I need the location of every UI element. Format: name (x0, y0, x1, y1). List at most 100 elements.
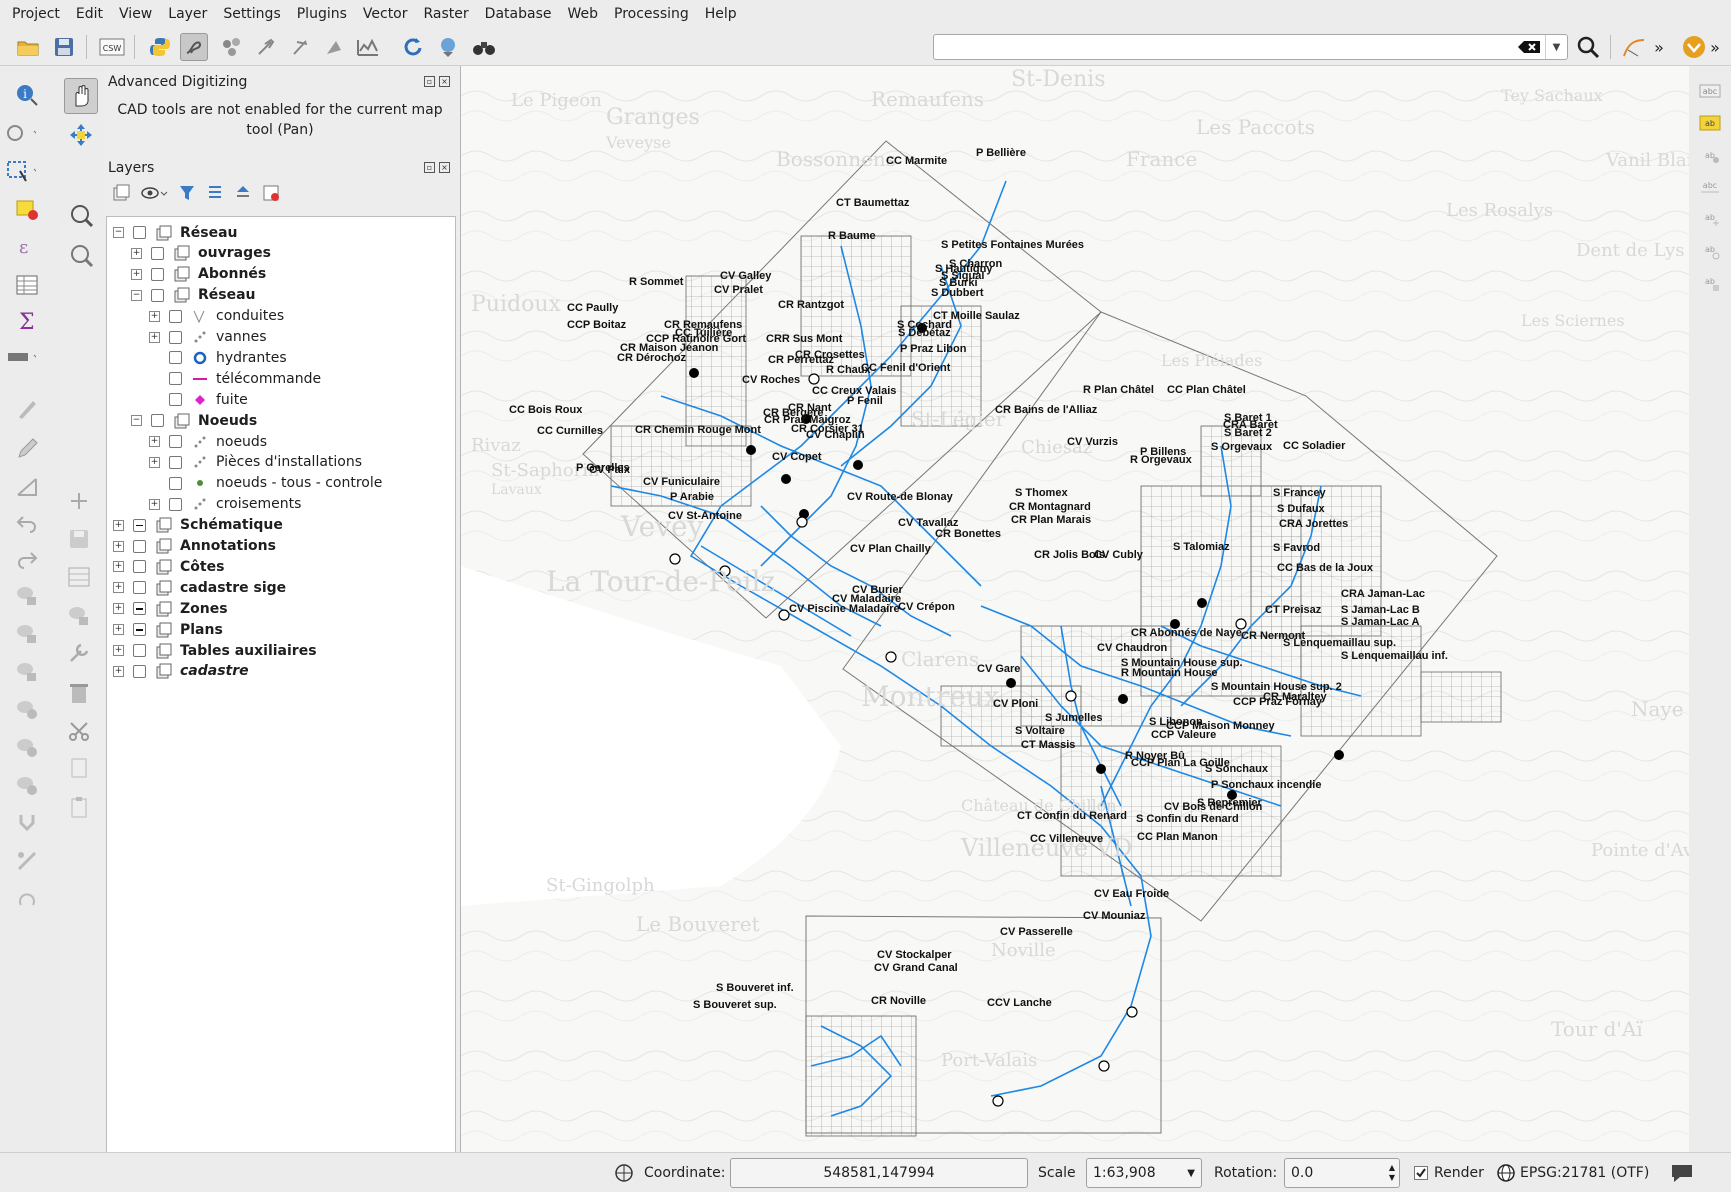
layer-tree-row[interactable]: + Pièces d'installations (149, 451, 362, 474)
layer-tree-row[interactable]: + cadastre (113, 660, 249, 683)
layer-tree-row[interactable]: + noeuds (149, 430, 267, 453)
search-magnifier-icon[interactable] (1574, 33, 1602, 61)
expression-icon[interactable]: ε (12, 232, 42, 262)
curve-tool-icon[interactable] (1620, 33, 1648, 61)
redo-icon[interactable] (12, 544, 42, 574)
expand-toggle-icon[interactable]: + (113, 624, 124, 636)
rotation-spinbox[interactable]: 0.0 ▲ ▼ (1284, 1158, 1400, 1188)
layer-visibility-checkbox[interactable] (169, 330, 182, 344)
add-part-icon[interactable] (12, 732, 42, 762)
wrench-icon[interactable] (64, 638, 94, 668)
profile-tool-icon[interactable] (354, 33, 382, 61)
measure-icon[interactable] (6, 118, 36, 148)
layer-visibility-checkbox[interactable] (169, 309, 182, 323)
vertex-table-icon[interactable] (64, 562, 94, 592)
filter-legend-icon[interactable] (178, 184, 196, 202)
close-layers-panel-icon[interactable]: × (439, 162, 450, 173)
layer-visibility-checkbox[interactable] (133, 581, 146, 595)
menu-view[interactable]: View (111, 0, 160, 28)
layer-tree-row[interactable]: − Noeuds (131, 409, 257, 432)
ruler-icon[interactable] (6, 342, 36, 372)
crs-label[interactable]: EPSG:21781 (OTF) (1520, 1165, 1649, 1181)
layer-visibility-checkbox[interactable] (169, 351, 182, 365)
layer-tree-row[interactable]: + Schématique (113, 514, 283, 537)
expand-toggle-icon[interactable]: + (113, 519, 124, 531)
rotate-feature-icon[interactable] (12, 846, 42, 876)
expand-toggle-icon[interactable]: + (131, 247, 142, 259)
digitize-icon[interactable] (12, 472, 42, 502)
layer-tree-row[interactable]: noeuds - tous - controle (149, 472, 382, 495)
expand-toggle-icon[interactable]: + (113, 561, 124, 573)
layer-tree-row[interactable]: + Zones (113, 597, 228, 620)
expand-toggle-icon[interactable]: + (113, 603, 124, 615)
fill-ring-icon[interactable] (12, 770, 42, 800)
menu-database[interactable]: Database (477, 0, 560, 28)
deselect-icon[interactable] (12, 194, 42, 224)
plugin-orange-icon[interactable] (1680, 33, 1708, 61)
expand-toggle-icon[interactable]: + (149, 310, 160, 322)
label-abc-icon[interactable]: abc (1697, 78, 1723, 104)
layer-tree-row[interactable]: + Tables auxiliaires (113, 639, 317, 662)
layer-tree-row[interactable]: + vannes (149, 326, 267, 349)
label-pin-icon[interactable]: ab (1697, 142, 1723, 168)
layer-visibility-checkbox[interactable] (133, 602, 146, 616)
menu-vector[interactable]: Vector (355, 0, 416, 28)
menu-web[interactable]: Web (559, 0, 606, 28)
node-edit-icon[interactable] (64, 600, 94, 630)
attribute-table-icon[interactable] (12, 270, 42, 300)
menu-help[interactable]: Help (697, 0, 745, 28)
layer-tree-row[interactable]: − Réseau (131, 284, 256, 307)
split-feature-icon[interactable] (12, 580, 42, 610)
node-tool-icon[interactable] (218, 33, 246, 61)
label-show-hide-icon[interactable]: abc (1697, 174, 1723, 200)
toolbar-overflow-2-icon[interactable]: » (1706, 33, 1724, 61)
label-rotate-icon[interactable]: ab (1697, 238, 1723, 264)
expand-toggle-icon[interactable]: + (113, 665, 124, 677)
layer-visibility-checkbox[interactable] (133, 664, 146, 678)
float-panel-icon[interactable]: ▫ (424, 76, 435, 87)
float-layers-panel-icon[interactable]: ▫ (424, 162, 435, 173)
layer-tree-row[interactable]: + Annotations (113, 535, 276, 558)
copy-features-icon[interactable] (64, 754, 94, 784)
simplify-icon[interactable] (12, 884, 42, 914)
toolbar-overflow-icon[interactable]: » (1650, 33, 1668, 61)
toggle-editing-icon[interactable] (12, 394, 42, 424)
coordinate-field[interactable]: 548581,147994 (730, 1158, 1028, 1188)
layer-visibility-checkbox[interactable] (169, 476, 182, 490)
expand-all-icon[interactable] (206, 184, 224, 202)
scale-combobox[interactable]: 1:63,908 ▼ (1086, 1158, 1202, 1188)
undo-icon[interactable] (12, 508, 42, 538)
add-ring-icon[interactable] (12, 694, 42, 724)
pan-hand-icon[interactable] (64, 78, 98, 114)
add-group-icon[interactable] (112, 184, 130, 202)
collapse-toggle-icon[interactable]: − (113, 227, 124, 238)
layer-visibility-checkbox[interactable] (151, 414, 164, 428)
layer-visibility-checkbox[interactable] (169, 393, 182, 407)
cut-features-icon[interactable] (64, 716, 94, 746)
label-highlight-icon[interactable]: ab (1697, 110, 1723, 136)
expand-toggle-icon[interactable]: + (131, 268, 142, 280)
remove-layer-icon[interactable] (262, 184, 280, 202)
layer-visibility-checkbox[interactable] (133, 539, 146, 553)
layer-visibility-checkbox[interactable] (169, 372, 182, 386)
render-checkbox[interactable] (1414, 1166, 1428, 1180)
collapse-toggle-icon[interactable]: − (131, 415, 142, 427)
layer-visibility-checkbox[interactable] (151, 267, 164, 281)
layer-visibility-checkbox[interactable] (169, 435, 182, 448)
binoculars-icon[interactable] (470, 33, 498, 61)
layer-tree-row[interactable]: + Abonnés (131, 263, 266, 286)
expand-toggle-icon[interactable]: + (113, 582, 124, 594)
menu-layer[interactable]: Layer (160, 0, 215, 28)
menu-raster[interactable]: Raster (416, 0, 477, 28)
layer-tree-row[interactable]: fuite (149, 388, 248, 411)
clear-search-icon[interactable] (1517, 40, 1541, 54)
layer-tree-row[interactable]: + cadastre sige (113, 576, 286, 599)
layer-visibility-checkbox[interactable] (151, 246, 164, 260)
rotation-stepper-icon[interactable]: ▲ ▼ (1389, 1163, 1395, 1183)
merge-features-icon[interactable] (12, 808, 42, 838)
menu-plugins[interactable]: Plugins (289, 0, 355, 28)
reshape-icon[interactable] (12, 618, 42, 648)
layer-tree-row[interactable]: télécommande (149, 367, 321, 390)
refresh-icon[interactable] (398, 33, 426, 61)
python-console-icon[interactable] (146, 33, 174, 61)
